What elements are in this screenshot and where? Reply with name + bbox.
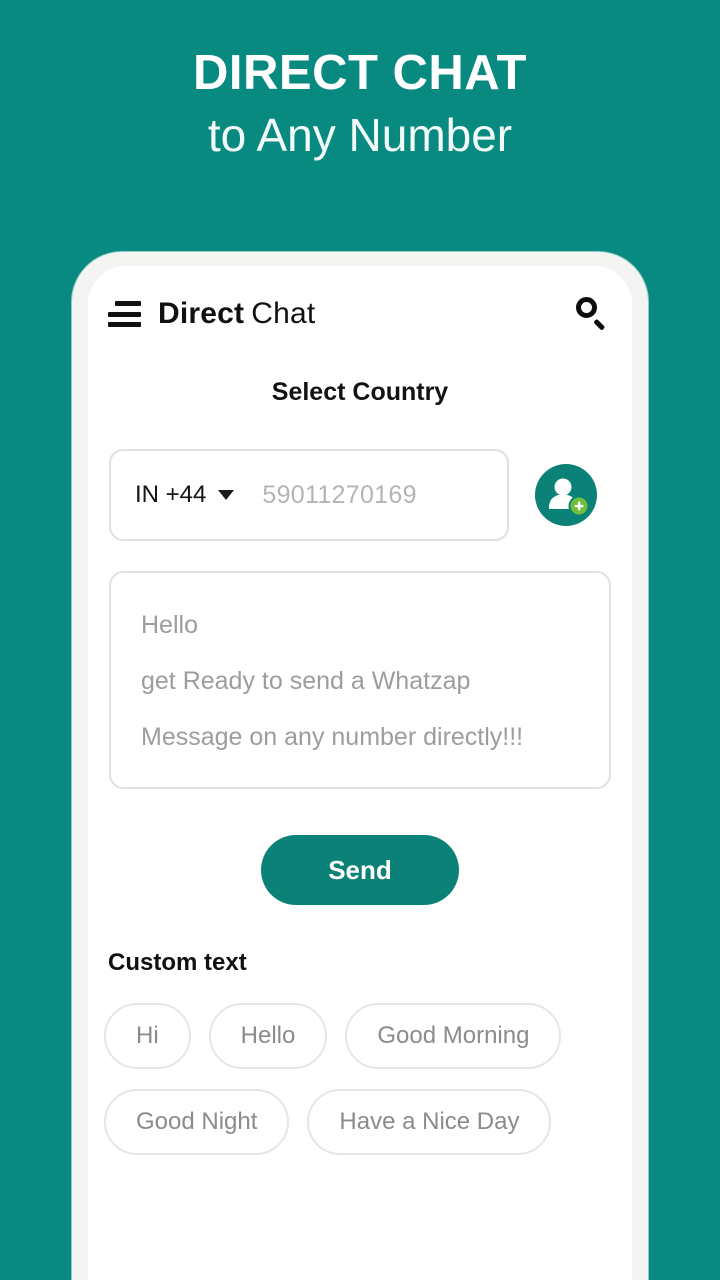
hamburger-line-1 — [115, 301, 141, 306]
search-icon-ring — [576, 297, 597, 318]
hamburger-menu-icon[interactable] — [108, 301, 142, 327]
message-placeholder-line: Hello — [141, 611, 198, 639]
app-bar: Direct Chat — [88, 266, 632, 362]
send-button[interactable]: Send — [261, 835, 459, 905]
custom-text-chip[interactable]: Good Morning — [345, 1003, 562, 1069]
chevron-down-icon — [218, 490, 235, 500]
promo-title-line1: DIRECT CHAT — [193, 46, 527, 100]
screenshot-root: DIRECT CHAT to Any Number Direct Chat Se… — [0, 0, 720, 1280]
country-code-select[interactable]: IN +44 — [135, 481, 235, 509]
send-button-wrap: Send — [88, 835, 632, 905]
custom-text-chip[interactable]: Hello — [208, 1003, 328, 1069]
phone-screen: Direct Chat Select Country IN +44 5901127… — [88, 266, 632, 1280]
country-code-label: IN +44 — [135, 481, 207, 508]
custom-text-chip[interactable]: Have a Nice Day — [307, 1089, 552, 1155]
message-placeholder-line: get Ready to send a Whatzap — [141, 667, 471, 695]
hamburger-line-2 — [108, 311, 141, 317]
hamburger-line-3 — [108, 322, 141, 327]
chip-row: Good Night Have a Nice Day — [104, 1089, 632, 1155]
phone-number-input[interactable]: 59011270169 — [262, 481, 416, 510]
custom-text-chip-list: Hi Hello Good Morning Good Night Have a … — [104, 1003, 632, 1155]
promo-headline: DIRECT CHAT to Any Number — [0, 0, 720, 164]
custom-text-heading: Custom text — [108, 949, 247, 976]
phone-mockup-frame: Direct Chat Select Country IN +44 5901127… — [72, 252, 648, 1280]
add-contact-button[interactable] — [535, 464, 597, 526]
app-title: Direct Chat — [158, 297, 315, 331]
message-placeholder-line: Message on any number directly!!! — [141, 723, 524, 751]
select-country-heading: Select Country — [271, 378, 449, 406]
phone-input-row: IN +44 59011270169 — [88, 449, 632, 541]
search-icon[interactable] — [574, 296, 610, 332]
add-contact-icon — [549, 478, 590, 517]
search-icon-handle — [593, 318, 606, 331]
phone-input-box[interactable]: IN +44 59011270169 — [109, 449, 509, 541]
custom-text-chip[interactable]: Hi — [104, 1003, 191, 1069]
chip-row: Hi Hello Good Morning — [104, 1003, 632, 1069]
app-title-bold: Direct — [158, 297, 245, 330]
promo-title-line2: to Any Number — [207, 108, 513, 161]
custom-text-chip[interactable]: Good Night — [104, 1089, 290, 1155]
message-textarea[interactable]: Hello get Ready to send a Whatzap Messag… — [109, 571, 611, 789]
app-title-light: Chat — [251, 297, 316, 330]
